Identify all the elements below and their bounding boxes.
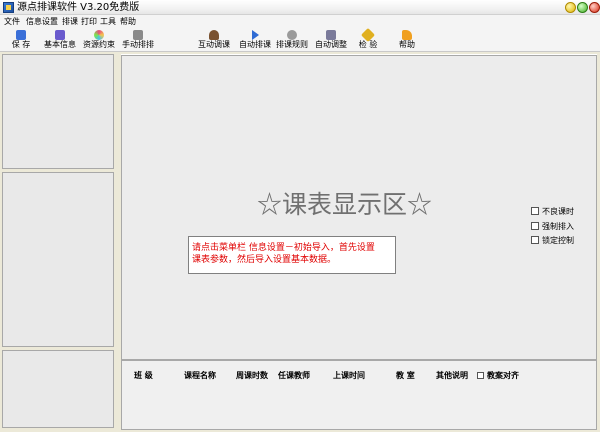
- left-panel-bottom[interactable]: [2, 350, 114, 428]
- option-label: 锁定控制: [542, 236, 574, 245]
- option-force-insert[interactable]: 强制排入: [531, 221, 577, 233]
- resource-constraints-button[interactable]: 资源约束: [81, 29, 117, 51]
- auto-adjust-label: 自动调整: [315, 40, 347, 49]
- checkbox[interactable]: [531, 222, 539, 230]
- help-label: 帮助: [399, 40, 415, 49]
- auto-schedule-label: 自动排课: [239, 40, 271, 49]
- help-icon: [402, 30, 412, 40]
- lesson-align-label: 教案对齐: [487, 371, 519, 380]
- schedule-rules-label: 排课规则: [276, 40, 308, 49]
- basic-info-label: 基本信息: [44, 40, 76, 49]
- setup-notice-box: 请点击菜单栏 信息设置－初始导入，首先设置 课表参数，然后导入设置基本数据。: [188, 236, 396, 274]
- menu-tools[interactable]: 工具: [100, 16, 116, 27]
- menu-info-settings[interactable]: 信息设置: [26, 16, 58, 27]
- column-weekly-hours: 周课时数: [236, 371, 268, 380]
- user-icon: [209, 30, 219, 40]
- checkbox[interactable]: [531, 236, 539, 244]
- column-teacher: 任课教师: [278, 371, 310, 380]
- adjust-icon: [326, 30, 336, 40]
- checkbox[interactable]: [531, 207, 539, 215]
- app-logo-icon: [3, 2, 14, 13]
- verify-label: 检 验: [358, 40, 378, 49]
- left-panel-top[interactable]: [2, 54, 114, 169]
- menu-file[interactable]: 文件: [4, 16, 20, 27]
- help-button[interactable]: 帮助: [394, 29, 420, 51]
- window-title: 源点排课软件 V3.20免费版: [17, 2, 140, 13]
- title-bar: 源点排课软件 V3.20免费版: [0, 0, 600, 15]
- play-icon: [252, 30, 259, 40]
- menu-scheduling[interactable]: 排课: [62, 16, 78, 27]
- save-icon: [16, 30, 26, 40]
- menu-print[interactable]: 打印: [81, 16, 97, 27]
- column-class-time: 上课时间: [333, 371, 365, 380]
- gear-icon: [287, 30, 297, 40]
- column-other-notes: 其他说明: [436, 371, 468, 380]
- toolbar: 保 存 基本信息 资源约束 手动排排 互动调课 自动排课 排课规则 自动调整 检…: [0, 27, 600, 52]
- menu-help[interactable]: 帮助: [120, 16, 136, 27]
- notice-line-1: 请点击菜单栏 信息设置－初始导入，首先设置: [192, 243, 375, 253]
- column-classroom: 教 室: [396, 371, 415, 380]
- manual-icon: [133, 30, 143, 40]
- palette-icon: [94, 30, 104, 40]
- interactive-adjust-label: 互动调课: [198, 40, 230, 49]
- close-button[interactable]: [589, 2, 600, 13]
- minimize-button[interactable]: [565, 2, 576, 13]
- auto-adjust-button[interactable]: 自动调整: [313, 29, 349, 51]
- option-lock-control[interactable]: 锁定控制: [531, 235, 577, 247]
- resource-constraints-label: 资源约束: [83, 40, 115, 49]
- schedule-rules-button[interactable]: 排课规则: [274, 29, 310, 51]
- option-label: 强制排入: [542, 222, 574, 231]
- menu-bar: 文件 信息设置 排课 打印 工具 帮助: [0, 15, 600, 28]
- save-button[interactable]: 保 存: [6, 29, 36, 51]
- left-panel-middle[interactable]: [2, 172, 114, 347]
- column-course-name: 课程名称: [184, 371, 216, 380]
- column-class: 班 级: [134, 371, 153, 380]
- option-label: 不良课时: [542, 207, 574, 216]
- info-icon: [55, 30, 65, 40]
- auto-schedule-button[interactable]: 自动排课: [237, 29, 273, 51]
- option-bad-periods[interactable]: 不良课时: [531, 206, 577, 218]
- timetable-placeholder-title: ☆课表显示区☆: [257, 190, 433, 219]
- interactive-adjust-button[interactable]: 互动调课: [196, 29, 232, 51]
- save-label: 保 存: [11, 40, 31, 49]
- verify-button[interactable]: 检 验: [353, 27, 383, 51]
- maximize-button[interactable]: [577, 2, 588, 13]
- basic-info-button[interactable]: 基本信息: [42, 29, 78, 51]
- manual-schedule-button[interactable]: 手动排排: [120, 29, 156, 51]
- lesson-align-checkbox[interactable]: [477, 372, 484, 379]
- notice-line-2: 课表参数，然后导入设置基本数据。: [192, 255, 337, 265]
- manual-schedule-label: 手动排排: [122, 40, 154, 49]
